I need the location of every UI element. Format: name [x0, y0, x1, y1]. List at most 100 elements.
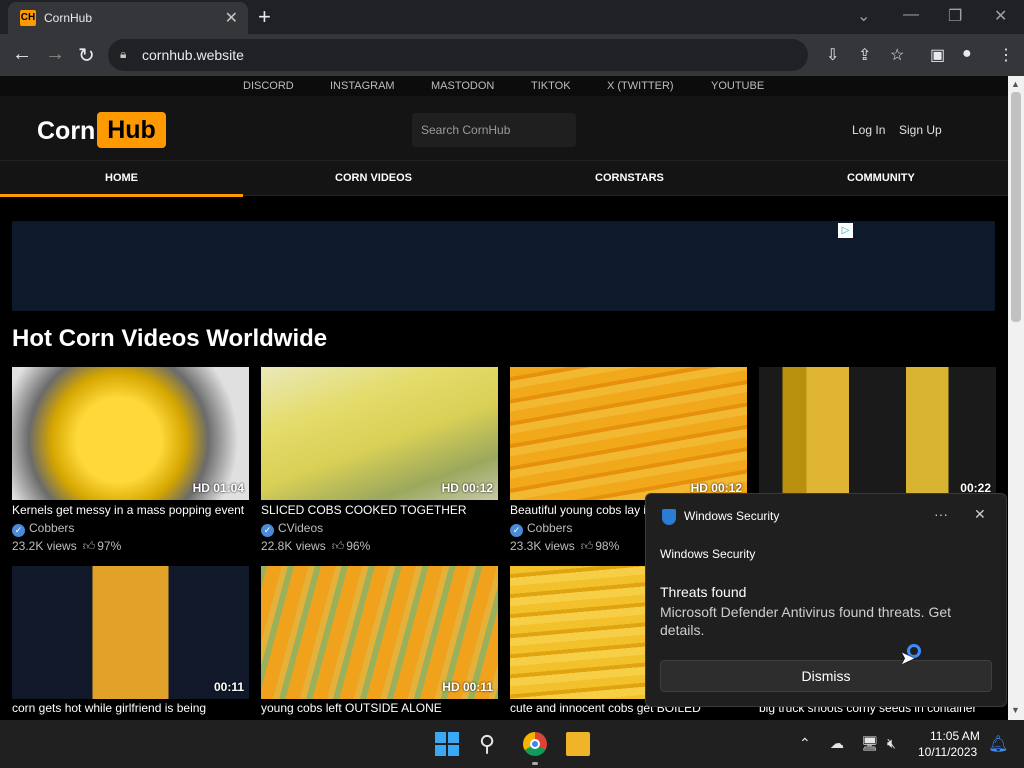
nav-tab-community[interactable]: COMMUNITY	[847, 172, 915, 184]
tab-title: CornHub	[44, 11, 93, 25]
lock-icon[interactable]: 🔒︎	[120, 47, 126, 62]
notification-body: Microsoft Defender Antivirus found threa…	[660, 604, 952, 638]
nav-tab-home[interactable]: HOME	[105, 172, 138, 184]
active-app-indicator	[532, 762, 538, 765]
notification-bell-icon[interactable]: 🔔︎	[988, 734, 1008, 754]
bookmark-star-icon[interactable]: ☆	[890, 45, 904, 65]
scroll-down-arrow-icon[interactable]: ▼	[1011, 705, 1020, 715]
url-text[interactable]: cornhub.website	[142, 47, 244, 63]
login-link[interactable]: Log In	[852, 123, 885, 137]
video-thumbnail[interactable]: HD 00:11	[261, 566, 498, 699]
social-link-instagram[interactable]: INSTAGRAM	[330, 80, 395, 92]
new-tab-button[interactable]: +	[258, 4, 271, 30]
browser-tab[interactable]: CH CornHub ✕	[8, 2, 248, 34]
rating-percent: 96%	[346, 539, 371, 553]
tab-search-chevron-icon[interactable]: ⌄	[857, 6, 870, 26]
site-favicon-icon: CH	[20, 10, 36, 26]
thumbs-up-icon: 👍︎	[331, 539, 345, 553]
profile-icon[interactable]: ●	[962, 45, 972, 63]
video-title[interactable]: corn gets hot while girlfriend is being	[12, 701, 206, 715]
tab-close-icon[interactable]: ✕	[225, 8, 238, 28]
video-thumbnail[interactable]: 00:11	[12, 566, 249, 699]
view-count: 22.8K views	[261, 539, 326, 553]
nav-tab-cornstars[interactable]: CORNSTARS	[595, 172, 664, 184]
volume-muted-icon[interactable]: 🔇︎	[887, 735, 896, 752]
more-options-icon[interactable]: ···	[934, 506, 948, 522]
view-count: 23.2K views	[12, 539, 77, 553]
minimize-window-button[interactable]: —	[903, 6, 919, 24]
network-icon[interactable]: 🖥︎	[861, 735, 879, 752]
site-header: Corn Hub Log In Sign Up	[0, 96, 1008, 160]
video-title[interactable]: Beautiful young cobs lay i	[510, 503, 646, 517]
side-panel-icon[interactable]: ▣	[930, 45, 945, 65]
shield-icon	[662, 509, 676, 525]
thumbs-up-icon: 👍︎	[580, 539, 594, 553]
social-link-mastodon[interactable]: MASTODON	[431, 80, 494, 92]
channel-name[interactable]: Cobbers	[29, 521, 74, 535]
thumbs-up-icon: 👍︎	[82, 539, 96, 553]
channel-name[interactable]: CVideos	[278, 521, 323, 535]
social-links-bar: DISCORD INSTAGRAM MASTODON TIKTOK X (TWI…	[0, 76, 1008, 96]
install-app-icon[interactable]: ⇩	[826, 45, 839, 65]
windows-security-notification[interactable]: Windows Security ··· ✕ Windows Security …	[645, 493, 1007, 707]
close-window-button[interactable]: ✕	[994, 6, 1007, 26]
browser-tab-bar: CH CornHub ✕ + ⌄ — ❐ ✕	[0, 0, 1024, 34]
dismiss-button[interactable]: Dismiss	[660, 660, 992, 692]
show-hidden-icons-chevron-icon[interactable]: ⌃	[799, 735, 811, 752]
clock-time[interactable]: 11:05 AM	[930, 729, 980, 743]
scrollbar-thumb[interactable]	[1011, 92, 1021, 322]
browser-toolbar: ← → ↻ 🔒︎ cornhub.website ⇩ ⇪ ☆ ▣ ● ⋮	[0, 34, 1024, 76]
section-title: Hot Corn Videos Worldwide	[12, 325, 328, 352]
video-duration: HD 00:11	[442, 680, 493, 694]
scroll-up-arrow-icon[interactable]: ▲	[1011, 79, 1020, 89]
address-bar[interactable]: 🔒︎ cornhub.website	[108, 39, 808, 71]
page-scrollbar[interactable]: ▲ ▼	[1008, 76, 1024, 720]
video-channel[interactable]: ✓ Cobbers	[510, 521, 572, 537]
chrome-app-icon[interactable]	[523, 732, 547, 756]
notification-heading: Threats found	[660, 584, 747, 600]
verified-check-icon: ✓	[510, 524, 523, 537]
video-duration: 00:11	[213, 680, 244, 694]
forward-arrow-icon[interactable]: →	[45, 43, 65, 66]
video-thumbnail[interactable]: HD 01:04	[12, 367, 249, 500]
video-meta: 23.2K views 👍︎ 97%	[12, 539, 121, 554]
onedrive-cloud-icon[interactable]: ☁	[830, 735, 844, 752]
windows-taskbar: ⚲ ⌃ ☁ 🖥︎ 🔇︎ 11:05 AM 10/11/2023 🔔︎	[0, 720, 1024, 768]
clock-date[interactable]: 10/11/2023	[918, 745, 977, 759]
social-link-tiktok[interactable]: TIKTOK	[531, 80, 571, 92]
ad-banner[interactable]: ▷	[12, 221, 995, 311]
video-thumbnail[interactable]: HD 00:12	[510, 367, 747, 500]
adchoices-icon[interactable]: ▷	[838, 223, 853, 238]
signup-link[interactable]: Sign Up	[899, 123, 942, 137]
social-link-youtube[interactable]: YOUTUBE	[711, 80, 764, 92]
browser-menu-icon[interactable]: ⋮	[998, 45, 1014, 65]
video-channel[interactable]: ✓ CVideos	[261, 521, 323, 537]
rating-percent: 98%	[595, 539, 620, 553]
close-icon[interactable]: ✕	[974, 506, 986, 523]
video-title[interactable]: young cobs left OUTSIDE ALONE	[261, 701, 442, 715]
channel-name[interactable]: Cobbers	[527, 521, 572, 535]
video-title[interactable]: SLICED COBS COOKED TOGETHER	[261, 503, 467, 517]
notification-source: Windows Security	[660, 547, 756, 561]
file-explorer-icon[interactable]	[566, 732, 590, 756]
reload-icon[interactable]: ↻	[78, 43, 95, 68]
nav-tab-corn-videos[interactable]: CORN VIDEOS	[335, 172, 412, 184]
social-link-discord[interactable]: DISCORD	[243, 80, 294, 92]
search-icon[interactable]: ⚲	[479, 732, 503, 756]
video-thumbnail[interactable]: HD 00:12	[261, 367, 498, 500]
verified-check-icon: ✓	[12, 524, 25, 537]
site-search-input[interactable]	[412, 113, 576, 147]
share-icon[interactable]: ⇪	[858, 45, 871, 65]
notification-app-name: Windows Security	[684, 509, 780, 523]
video-duration: HD 01:04	[192, 481, 244, 495]
logo-text-corn[interactable]: Corn	[37, 117, 95, 146]
back-arrow-icon[interactable]: ←	[12, 43, 32, 66]
start-menu-icon[interactable]	[435, 732, 459, 756]
rating-percent: 97%	[97, 539, 122, 553]
video-title[interactable]: Kernels get messy in a mass popping even…	[12, 503, 244, 517]
logo-text-hub[interactable]: Hub	[97, 112, 166, 148]
social-link-x[interactable]: X (TWITTER)	[607, 80, 674, 92]
video-thumbnail[interactable]: 00:22	[759, 367, 996, 500]
video-channel[interactable]: ✓ Cobbers	[12, 521, 74, 537]
restore-window-button[interactable]: ❐	[948, 6, 962, 26]
